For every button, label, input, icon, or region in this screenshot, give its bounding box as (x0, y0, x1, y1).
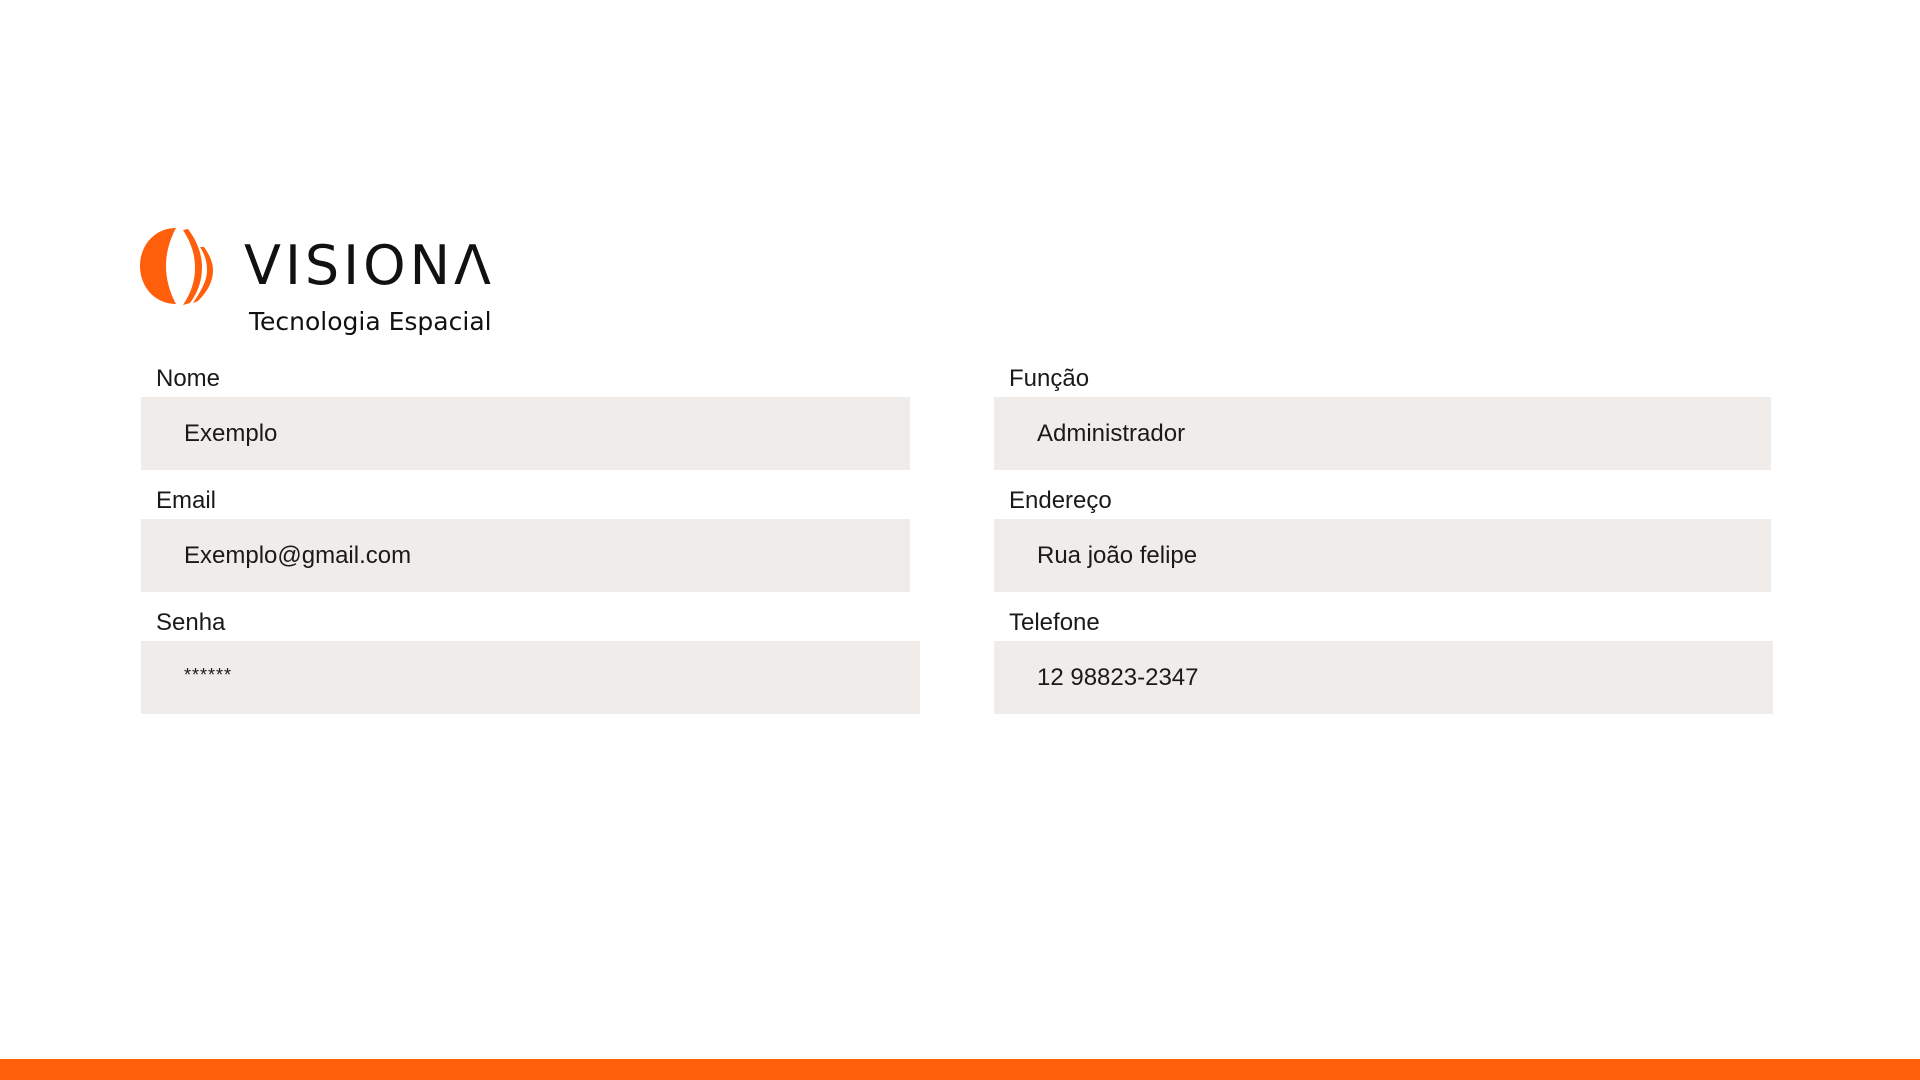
phone-label: Telefone (1009, 609, 1100, 636)
brand-logo: VISIONΛ Tecnologia Espacial (138, 225, 498, 340)
phone-field[interactable]: 12 98823-2347 (994, 641, 1773, 714)
role-label: Função (1009, 365, 1090, 392)
address-label: Endereço (1009, 487, 1112, 514)
email-label: Email (156, 487, 217, 514)
password-field[interactable]: ****** (141, 641, 920, 714)
bottom-accent-bar (0, 1059, 1920, 1080)
role-field[interactable]: Administrador (994, 397, 1771, 470)
address-field[interactable]: Rua joão felipe (994, 519, 1771, 592)
visiona-logo-icon (140, 228, 213, 305)
email-field[interactable]: Exemplo@gmail.com (141, 519, 910, 592)
phone-value: 12 98823-2347 (1037, 663, 1199, 691)
name-field[interactable]: Exemplo (141, 397, 910, 470)
password-value: ****** (184, 664, 233, 685)
name-value: Exemplo (184, 419, 278, 447)
email-value: Exemplo@gmail.com (184, 541, 412, 569)
profile-page: VISIONΛ Tecnologia Espacial Nome Exemplo… (0, 0, 1920, 1080)
password-label: Senha (156, 609, 226, 636)
brand-name: VISIONΛ (244, 234, 495, 297)
address-value: Rua joão felipe (1037, 541, 1198, 569)
role-value: Administrador (1037, 419, 1186, 447)
name-label: Nome (156, 365, 221, 392)
brand-tagline: Tecnologia Espacial (249, 307, 492, 336)
